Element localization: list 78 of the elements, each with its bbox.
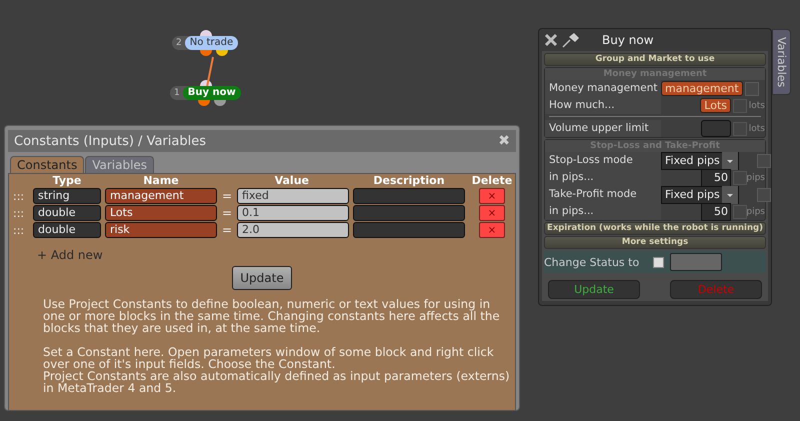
unit-label: pips <box>746 172 765 182</box>
column-header: Delete <box>470 174 514 187</box>
dropdown[interactable]: Fixed pips <box>661 152 739 170</box>
delete-button[interactable]: × <box>479 188 505 204</box>
checkbox[interactable] <box>756 154 771 168</box>
field-label: How much... <box>545 97 661 114</box>
status-label: Change Status to <box>544 256 640 268</box>
value-field[interactable]: fixed <box>237 188 349 204</box>
type-field[interactable]: double <box>33 205 101 221</box>
column-header: Description <box>372 174 446 187</box>
section-header[interactable]: Expiration (works while the robot is running) <box>544 222 766 235</box>
checkbox[interactable] <box>733 122 747 136</box>
close-icon[interactable] <box>544 33 558 47</box>
caret-icon <box>722 186 738 204</box>
port-icon[interactable] <box>200 50 212 56</box>
number-field[interactable]: 50 <box>701 168 731 186</box>
port-icon[interactable] <box>214 100 226 106</box>
column-header: Type <box>52 174 82 187</box>
description-field[interactable] <box>353 188 465 204</box>
field-label: Money management <box>545 80 661 97</box>
close-button[interactable]: ✖ <box>498 133 510 149</box>
input-field[interactable] <box>701 120 731 137</box>
block-node[interactable]: No trade <box>184 36 238 50</box>
window-title: Buy now <box>602 33 654 47</box>
checkbox[interactable] <box>653 256 664 268</box>
type-field[interactable]: string <box>33 188 101 204</box>
section-header[interactable]: More settings <box>544 236 766 249</box>
name-field[interactable]: management <box>105 188 217 204</box>
checkbox[interactable] <box>733 204 747 218</box>
drag-handle[interactable]: ::: <box>13 206 29 220</box>
port-icon[interactable] <box>200 30 212 36</box>
status-field[interactable] <box>670 253 722 271</box>
description-field[interactable] <box>353 205 465 221</box>
help-text: Set a Constant here. Open parameters window of some block and right click over one of it's input fields. Choose the Constant. <box>43 346 495 370</box>
unit-label: pips <box>746 206 765 216</box>
block-node[interactable]: Buy now <box>182 86 241 100</box>
name-field[interactable]: Lots <box>105 205 217 221</box>
drag-handle[interactable]: ::: <box>13 190 29 202</box>
dropdown[interactable]: Fixed pips <box>661 186 739 204</box>
tab[interactable]: Constants <box>10 156 84 173</box>
field-label: in pips... <box>545 203 661 220</box>
variable-field[interactable]: Lots <box>700 98 731 113</box>
port-icon[interactable] <box>198 100 210 106</box>
number-field[interactable]: 50 <box>701 202 731 220</box>
equals-sign: = <box>221 189 233 203</box>
variables-tab[interactable]: Variables <box>772 29 791 95</box>
equals-sign: = <box>221 206 233 220</box>
column-header: Value <box>274 174 310 187</box>
field-label: in pips... <box>545 169 661 186</box>
drag-handle[interactable]: ::: <box>13 224 29 236</box>
unit-label: lots <box>748 100 765 110</box>
port-icon[interactable] <box>216 50 228 56</box>
delete-button[interactable]: × <box>479 222 505 238</box>
unit-label: lots <box>748 124 765 134</box>
checkbox[interactable] <box>756 188 771 202</box>
field-label: Stop-Loss mode <box>545 152 661 169</box>
variable-field[interactable]: management <box>661 81 743 96</box>
value-field[interactable]: 0.1 <box>237 205 349 221</box>
help-text: Project Constants are also automatically defined as input parameters (externs) in MetaTrader 4 and 5. <box>43 370 511 394</box>
add-new-link[interactable]: + Add new <box>37 248 103 262</box>
field-label: Take-Profit mode <box>545 186 661 203</box>
window-title: Constants (Inputs) / Variables <box>14 134 206 148</box>
tab[interactable]: Variables <box>85 156 154 173</box>
caret-icon <box>722 152 738 170</box>
checkbox[interactable] <box>744 82 759 96</box>
section-header[interactable]: Group and Market to use <box>544 53 766 66</box>
field-label: Volume upper limit <box>545 120 661 137</box>
type-field[interactable]: double <box>33 222 101 238</box>
name-field[interactable]: risk <box>105 222 217 238</box>
update-button[interactable]: Update <box>232 266 292 290</box>
description-field[interactable] <box>353 222 465 238</box>
value-field[interactable]: 2.0 <box>237 222 349 238</box>
checkbox[interactable] <box>733 170 747 184</box>
update-button[interactable]: Update <box>548 280 640 299</box>
delete-button[interactable]: × <box>479 205 505 221</box>
column-header: Name <box>142 174 180 187</box>
help-text: Use Project Constants to define boolean, numeric or text values for using in one or more blocks in the same time. Changing constants here affects all the blocks that they are used in, at the same time. <box>43 298 501 334</box>
equals-sign: = <box>221 223 233 237</box>
